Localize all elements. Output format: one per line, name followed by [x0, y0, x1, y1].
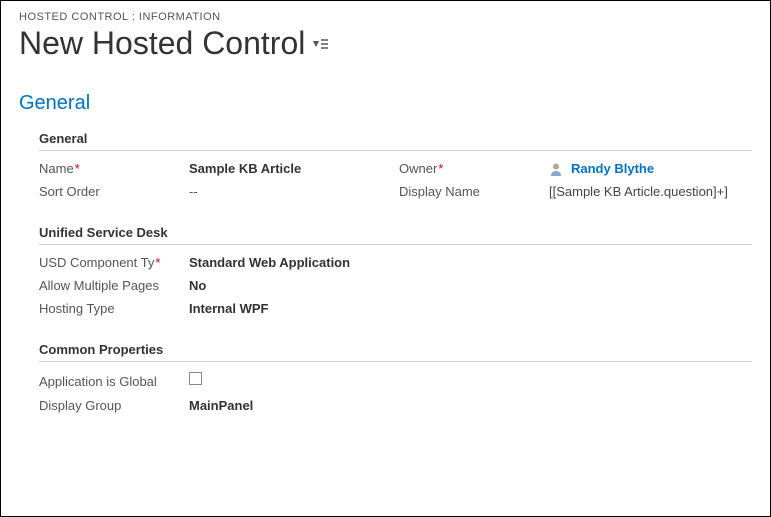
subsection-title-usd: Unified Service Desk	[39, 225, 752, 245]
value-name[interactable]: Sample KB Article	[189, 161, 399, 176]
label-allow-multiple: Allow Multiple Pages	[39, 278, 189, 293]
required-icon: *	[75, 161, 80, 176]
required-icon: *	[155, 255, 160, 270]
label-display-group: Display Group	[39, 398, 189, 413]
value-display-name[interactable]: [[Sample KB Article.question]+]	[549, 184, 752, 199]
breadcrumb: HOSTED CONTROL : INFORMATION	[19, 11, 752, 23]
value-sort-order[interactable]: --	[189, 184, 399, 199]
value-component-type[interactable]: Standard Web Application	[189, 255, 752, 270]
label-app-global: Application is Global	[39, 374, 189, 389]
checkbox-app-global[interactable]	[189, 372, 202, 385]
label-sort-order: Sort Order	[39, 184, 189, 199]
value-owner[interactable]: Randy Blythe	[549, 161, 752, 176]
label-component-type: USD Component Ty*	[39, 255, 189, 270]
owner-link[interactable]: Randy Blythe	[571, 161, 654, 176]
subsection-general: General Name* Sample KB Article Owner* R…	[39, 131, 752, 199]
required-icon: *	[438, 161, 443, 176]
subsection-common: Common Properties Application is Global …	[39, 342, 752, 413]
subsection-title-general: General	[39, 131, 752, 151]
label-owner: Owner*	[399, 161, 549, 176]
subsection-usd: Unified Service Desk USD Component Ty* S…	[39, 225, 752, 316]
value-allow-multiple[interactable]: No	[189, 278, 752, 293]
label-name: Name*	[39, 161, 189, 176]
value-app-global[interactable]	[189, 372, 752, 390]
subsection-title-common: Common Properties	[39, 342, 752, 362]
dropdown-icon[interactable]	[313, 38, 329, 50]
label-hosting-type: Hosting Type	[39, 301, 189, 316]
label-display-name: Display Name	[399, 184, 549, 199]
value-hosting-type[interactable]: Internal WPF	[189, 301, 752, 316]
value-display-group[interactable]: MainPanel	[189, 398, 752, 413]
user-icon	[549, 162, 563, 176]
section-title: General	[19, 92, 752, 115]
page-title: New Hosted Control	[19, 25, 305, 62]
title-row: New Hosted Control	[19, 25, 752, 62]
